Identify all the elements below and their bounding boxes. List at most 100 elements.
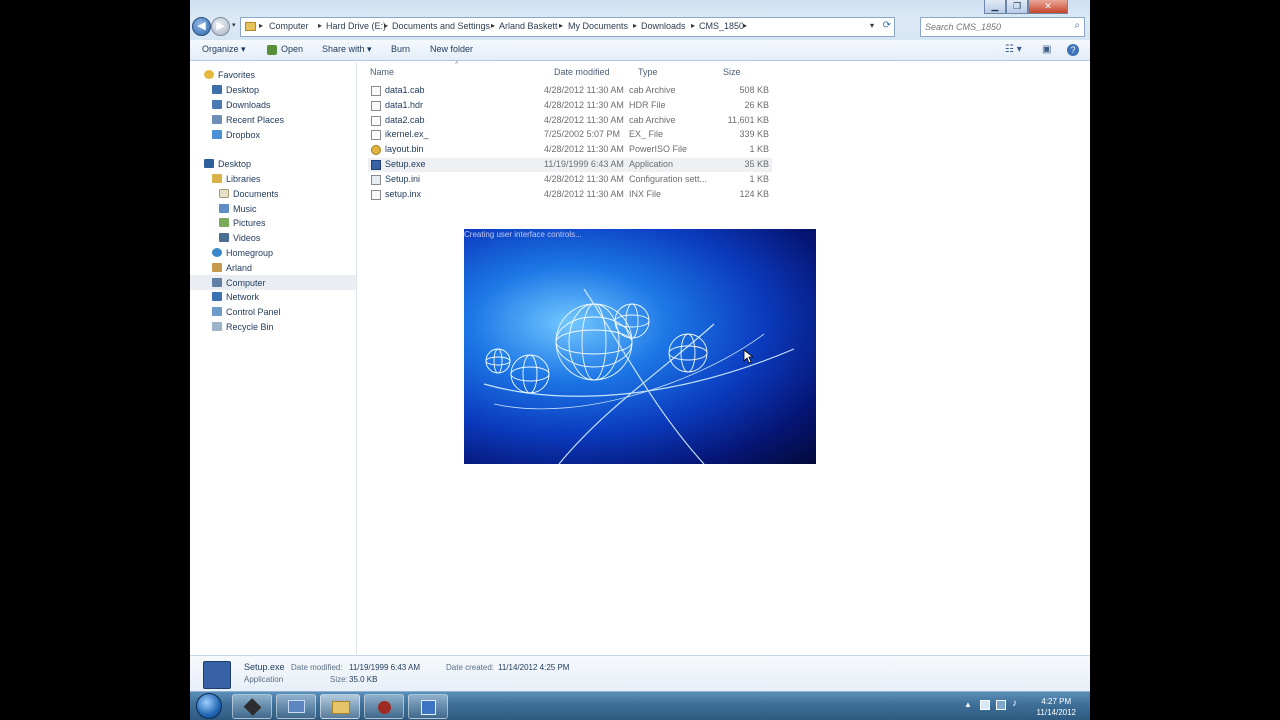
file-row[interactable]: data1.cab 4/28/2012 11:30 AM cab Archive 50… — [368, 84, 772, 98]
details-pane: Setup.exe Application Date modified: 11/… — [190, 655, 1090, 691]
nav-arland[interactable]: Arland — [212, 261, 252, 275]
nav-desktop-favorite[interactable]: Desktop — [212, 83, 259, 97]
desktop-icon — [212, 85, 222, 94]
nav-documents[interactable]: Documents — [219, 187, 279, 201]
nav-music[interactable]: Music — [219, 202, 257, 216]
disc-image-icon — [371, 145, 381, 155]
chevron-right-icon: ▸ — [318, 21, 323, 30]
nav-recent-places[interactable]: Recent Places — [212, 113, 284, 127]
crumb-computer[interactable]: Computer — [269, 21, 309, 31]
view-options-icon[interactable]: ☷ ▾ — [1005, 44, 1022, 55]
details-file-name: Setup.exe — [244, 662, 285, 672]
file-icon — [371, 190, 381, 200]
title-bar: ◀ ▶ ▾ ▸ Computer ▸ Hard Drive (E:) ▸ Doc… — [190, 0, 1090, 40]
folder-icon — [245, 22, 256, 31]
chevron-right-icon: ▸ — [691, 21, 696, 30]
control-panel-icon — [212, 307, 222, 316]
network-tray-icon[interactable] — [996, 700, 1006, 710]
nav-dropbox[interactable]: Dropbox — [212, 128, 260, 142]
show-hidden-icons[interactable]: ▲ — [964, 700, 972, 709]
address-bar[interactable]: ▸ Computer ▸ Hard Drive (E:) ▸ Documents… — [240, 17, 895, 37]
help-icon[interactable]: ? — [1067, 44, 1079, 56]
address-dropdown-icon[interactable]: ▾ — [870, 21, 874, 30]
system-clock[interactable]: 4:27 PM 11/14/2012 — [1037, 696, 1076, 718]
setup-application-icon — [203, 661, 231, 689]
details-modified-value: 11/19/1999 6:43 AM — [349, 663, 421, 672]
share-with-button[interactable]: Share with ▾ — [322, 44, 372, 55]
app-icon — [378, 701, 391, 714]
taskbar-app-1[interactable] — [232, 694, 272, 719]
navigation-pane: Favorites Desktop Downloads Recent Place… — [190, 62, 357, 654]
details-size-value: 35.0 KB — [349, 675, 378, 684]
homegroup-icon — [212, 248, 222, 257]
nav-pictures[interactable]: Pictures — [219, 216, 266, 230]
taskbar-app-4[interactable] — [364, 694, 404, 719]
pictures-icon — [219, 218, 229, 227]
file-row[interactable]: setup.inx 4/28/2012 11:30 AM INX File 124 K… — [368, 188, 772, 202]
column-header-type[interactable]: Type — [638, 67, 658, 77]
burn-button[interactable]: Burn — [391, 44, 410, 54]
column-header-size[interactable]: Size — [723, 67, 741, 77]
nav-favorites[interactable]: Favorites — [204, 68, 255, 82]
chevron-right-icon: ▸ — [743, 21, 748, 30]
crumb-arland-baskett[interactable]: Arland Baskett — [499, 21, 558, 31]
command-bar: Organize ▾ Open Share with ▾ Burn New fo… — [190, 40, 1090, 61]
open-button[interactable]: Open — [281, 44, 303, 54]
taskbar-installer[interactable] — [408, 694, 448, 719]
chevron-right-icon: ▸ — [633, 21, 638, 30]
nav-computer[interactable]: Computer — [212, 276, 266, 290]
computer-icon — [288, 700, 305, 713]
search-input[interactable] — [921, 18, 1061, 36]
nav-recycle-bin[interactable]: Recycle Bin — [212, 320, 274, 334]
search-icon[interactable]: ⌕ — [1074, 20, 1080, 31]
nav-downloads[interactable]: Downloads — [212, 98, 271, 112]
details-size-label: Size: — [330, 675, 348, 684]
crumb-hard-drive[interactable]: Hard Drive (E:) — [326, 21, 386, 31]
file-row[interactable]: data1.hdr 4/28/2012 11:30 AM HDR File 26 KB — [368, 99, 772, 113]
nav-homegroup[interactable]: Homegroup — [212, 246, 273, 260]
chevron-right-icon: ▸ — [384, 21, 389, 30]
chevron-right-icon: ▸ — [259, 21, 264, 30]
file-row[interactable]: layout.bin 4/28/2012 11:30 AM PowerISO Fil… — [368, 143, 772, 157]
crumb-cms-1850[interactable]: CMS_1850 — [699, 21, 744, 31]
column-header-name[interactable]: Name — [370, 67, 394, 77]
music-icon — [219, 204, 229, 213]
crumb-downloads[interactable]: Downloads — [641, 21, 686, 31]
crumb-my-documents[interactable]: My Documents — [568, 21, 628, 31]
close-button[interactable]: ✕ — [1028, 0, 1068, 14]
file-row[interactable]: Setup.exe 11/19/1999 6:43 AM Application 35… — [368, 158, 772, 172]
new-folder-button[interactable]: New folder — [430, 44, 473, 54]
crumb-documents-and-settings[interactable]: Documents and Settings — [392, 21, 490, 31]
recent-pages-icon[interactable]: ▾ — [232, 21, 236, 29]
taskbar-app-2[interactable] — [276, 694, 316, 719]
column-header-date[interactable]: Date modified — [554, 67, 610, 77]
preview-pane-icon[interactable]: ▣ — [1042, 44, 1051, 55]
nav-network[interactable]: Network — [212, 290, 259, 304]
nav-libraries[interactable]: Libraries — [212, 172, 261, 186]
explorer-window: ◀ ▶ ▾ ▸ Computer ▸ Hard Drive (E:) ▸ Doc… — [190, 0, 1090, 720]
folder-icon — [332, 701, 350, 714]
back-button[interactable]: ◀ — [192, 17, 211, 36]
file-row[interactable]: Setup.ini 4/28/2012 11:30 AM Configuration… — [368, 173, 772, 187]
start-button[interactable] — [196, 693, 222, 719]
organize-button[interactable]: Organize ▾ — [202, 44, 246, 55]
dropbox-icon — [212, 130, 222, 139]
action-center-icon[interactable] — [980, 700, 990, 710]
nav-desktop[interactable]: Desktop — [204, 157, 251, 171]
setup-application-icon — [371, 160, 381, 170]
nav-videos[interactable]: Videos — [219, 231, 260, 245]
minimize-button[interactable]: ▁ — [984, 0, 1006, 14]
forward-button[interactable]: ▶ — [211, 17, 230, 36]
search-box[interactable]: ⌕ — [920, 17, 1085, 37]
nav-control-panel[interactable]: Control Panel — [212, 305, 281, 319]
volume-icon[interactable]: ♪ — [1012, 698, 1017, 709]
refresh-icon[interactable]: ⟳ — [883, 20, 891, 31]
file-row[interactable]: data2.cab 4/28/2012 11:30 AM cab Archive 11… — [368, 114, 772, 128]
archive-icon — [371, 116, 381, 126]
file-row[interactable]: ikernel.ex_ 7/25/2002 5:07 PM EX_ File 339 … — [368, 128, 772, 142]
details-created-value: 11/14/2012 4:25 PM — [498, 663, 570, 672]
maximize-button[interactable]: ❐ — [1006, 0, 1028, 14]
chevron-right-icon: ▸ — [559, 21, 564, 30]
clock-time: 4:27 PM — [1041, 697, 1072, 706]
taskbar-explorer[interactable] — [320, 694, 360, 719]
